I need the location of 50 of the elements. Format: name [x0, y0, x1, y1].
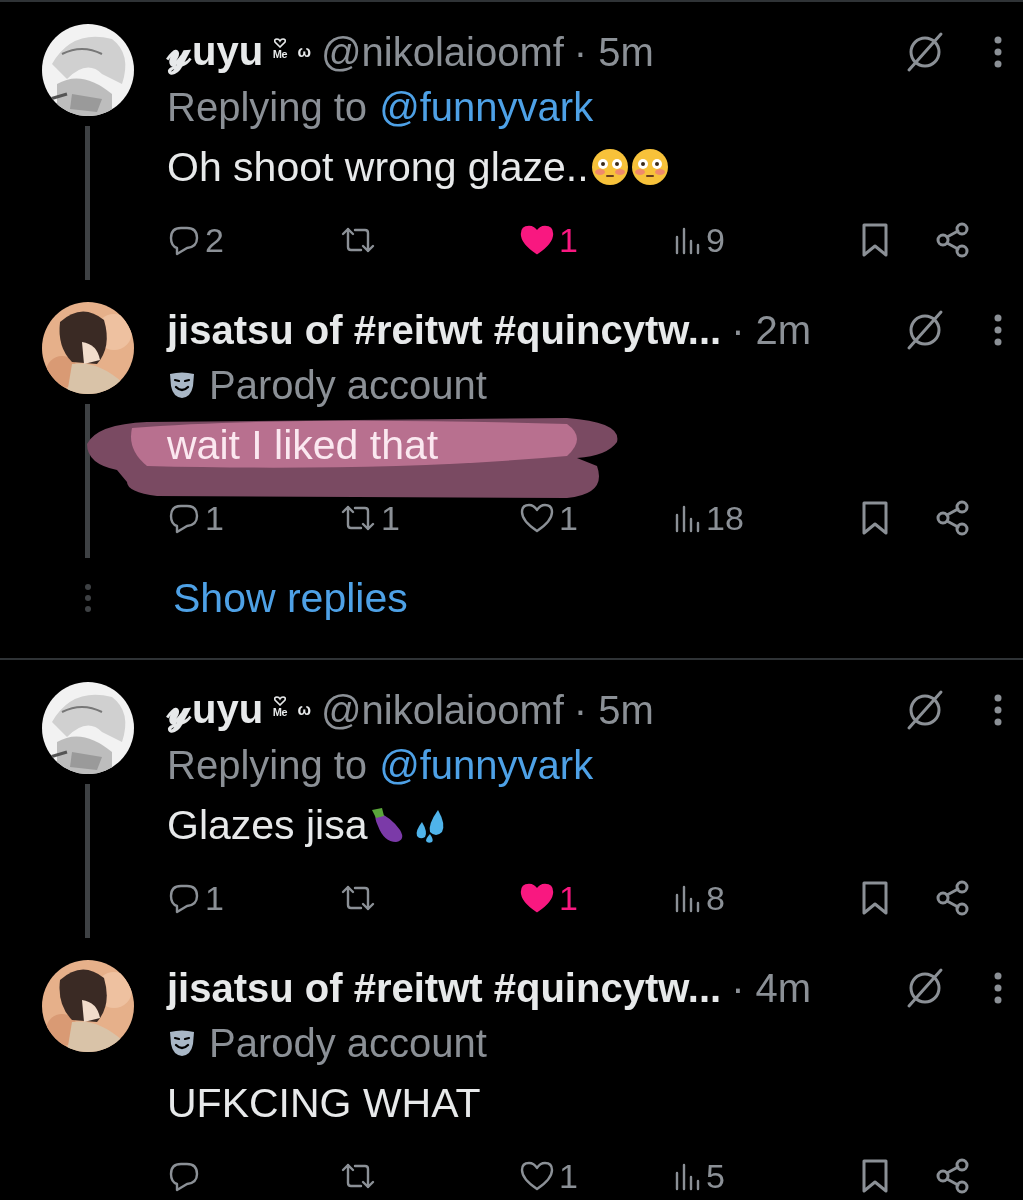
reply-button[interactable]: 1 — [167, 498, 224, 538]
heart-icon — [519, 501, 555, 535]
post-time: · 5m — [573, 29, 654, 75]
like-button[interactable]: 1 — [519, 220, 578, 260]
display-name[interactable]: jisatsu of #reitwt #quincytw... — [167, 965, 722, 1011]
show-replies-link[interactable]: Show replies — [173, 574, 408, 622]
heart-icon — [519, 1159, 555, 1193]
parody-label: Parody account — [209, 1020, 487, 1066]
more-replies-dots-icon — [82, 583, 93, 613]
theater-mask-icon — [167, 370, 197, 400]
name-badge: ᴹᵉ — [273, 38, 288, 66]
post-time: · 4m — [731, 965, 812, 1011]
more-icon[interactable] — [993, 971, 1003, 1005]
display-name[interactable]: jisatsu of #reitwt #quincytw... — [167, 307, 722, 353]
reply-handle-link[interactable]: @funnyvark — [379, 84, 594, 130]
like-button[interactable]: 1 — [519, 878, 578, 918]
name-symbol: ω — [297, 701, 311, 719]
user-handle[interactable]: @nikolaioomf — [320, 687, 564, 733]
views-button[interactable]: 5 — [674, 1156, 725, 1196]
post-text: Glazes jisa — [167, 801, 368, 849]
heart-icon — [519, 881, 555, 915]
reply-button[interactable]: 1 — [167, 878, 224, 918]
reply-button[interactable]: 2 — [167, 220, 224, 260]
name-badge: ᴹᵉ — [273, 696, 288, 724]
flushed-face-icon — [630, 148, 669, 186]
more-icon[interactable] — [993, 693, 1003, 727]
post-text: Oh shoot wrong glaze.. — [167, 143, 589, 191]
display-name[interactable]: 𝔂uyu — [167, 687, 264, 733]
post-text: wait I liked that — [167, 421, 439, 469]
views-button[interactable]: 9 — [674, 220, 725, 260]
views-button[interactable]: 18 — [674, 498, 744, 538]
like-button[interactable]: 1 — [519, 498, 578, 538]
theater-mask-icon — [167, 1028, 197, 1058]
post-text: UFKCING WHAT — [167, 1079, 481, 1127]
more-icon[interactable] — [993, 35, 1003, 69]
reply-handle-link[interactable]: @funnyvark — [379, 742, 594, 788]
views-button[interactable]: 8 — [674, 878, 725, 918]
replying-to-label: Replying to — [167, 84, 368, 130]
post-time: · 5m — [573, 687, 654, 733]
repost-button[interactable]: 1 — [339, 498, 400, 538]
name-symbol: ω — [297, 43, 311, 61]
flushed-face-icon — [590, 148, 629, 186]
post-time: · 2m — [731, 307, 812, 353]
replying-to-label: Replying to — [167, 742, 368, 788]
display-name[interactable]: 𝔂uyu — [167, 29, 264, 75]
parody-label: Parody account — [209, 362, 487, 408]
heart-icon — [519, 223, 555, 257]
user-handle[interactable]: @nikolaioomf — [320, 29, 564, 75]
more-icon[interactable] — [993, 313, 1003, 347]
like-button[interactable]: 1 — [519, 1156, 578, 1196]
